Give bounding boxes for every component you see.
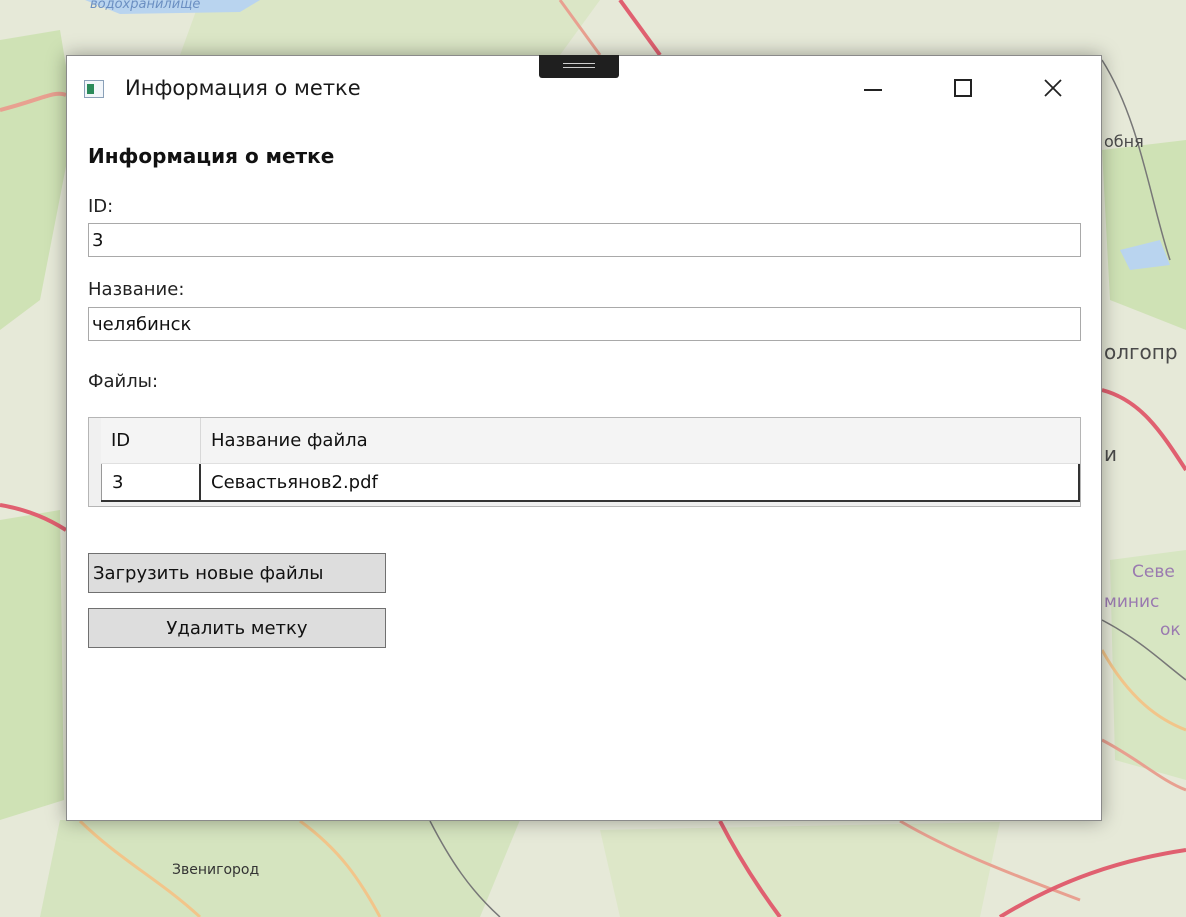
upload-files-button[interactable]: Загрузить новые файлы (88, 553, 386, 593)
page-title: Информация о метке (88, 144, 335, 168)
delete-marker-button[interactable]: Удалить метку (88, 608, 386, 648)
map-label-city: Звенигород (172, 862, 260, 878)
map-label-district: миниc (1104, 592, 1160, 612)
table-cell-id[interactable]: 3 (101, 464, 201, 500)
maximize-button[interactable] (919, 56, 1007, 120)
minimize-icon (864, 89, 882, 91)
column-header-file-name[interactable]: Название файла (201, 418, 1080, 463)
maximize-icon (954, 79, 972, 97)
map-label-district: Севе (1132, 562, 1175, 582)
name-label: Название: (88, 279, 185, 300)
id-field[interactable] (88, 223, 1081, 257)
map-label-town: олгопр (1104, 340, 1178, 364)
app-icon (84, 80, 104, 98)
close-button[interactable] (1009, 56, 1097, 120)
table-header: ID Название файла (101, 418, 1080, 464)
map-label-reservoir: водохранилище (90, 0, 201, 12)
files-table[interactable]: ID Название файла 3 Севастьянов2.pdf (88, 417, 1081, 507)
title-bar[interactable]: Информация о метке (67, 55, 1101, 120)
column-header-id[interactable]: ID (101, 418, 201, 463)
table-cell-file-name[interactable]: Севастьянов2.pdf (201, 464, 1078, 500)
files-label: Файлы: (88, 371, 159, 392)
id-label: ID: (88, 196, 114, 217)
table-row[interactable]: 3 Севастьянов2.pdf (101, 464, 1080, 502)
map-label-letter: и (1104, 442, 1117, 466)
marker-info-window: Информация о метке Информация о метке ID… (66, 55, 1102, 821)
map-label-town: обня (1104, 132, 1144, 151)
name-field[interactable] (88, 307, 1081, 341)
close-icon (1044, 79, 1062, 97)
map-label-district: ок (1160, 620, 1181, 640)
window-title: Информация о метке (125, 76, 361, 100)
minimize-button[interactable] (829, 56, 917, 120)
drag-grip-handle[interactable] (539, 55, 619, 78)
